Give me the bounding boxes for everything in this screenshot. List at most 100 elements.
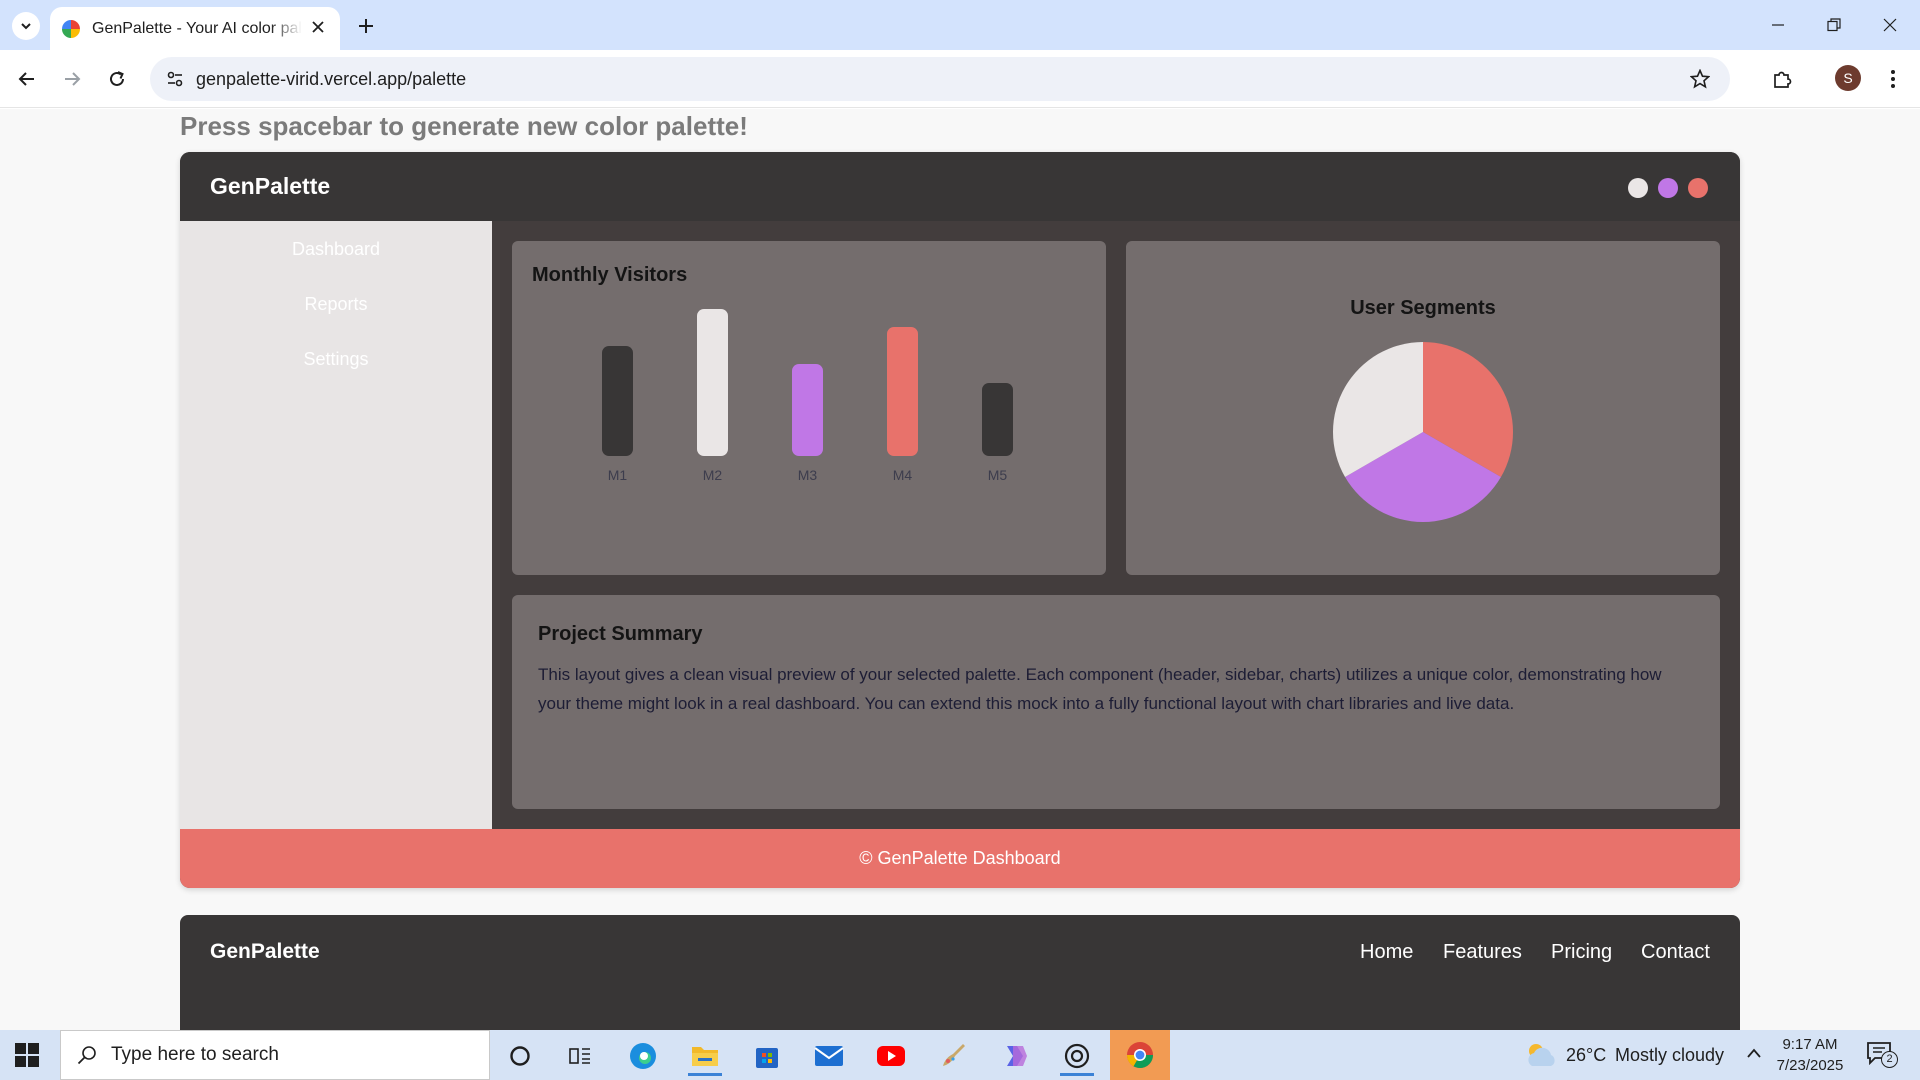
chrome-icon <box>1126 1042 1154 1069</box>
minimize-icon <box>1772 24 1784 26</box>
bar-label-m4: M4 <box>892 467 913 483</box>
plus-icon <box>359 19 373 33</box>
more-vert-icon <box>1891 70 1895 88</box>
close-icon <box>1883 18 1897 32</box>
edge-taskbar-button[interactable] <box>618 1036 668 1076</box>
puzzle-icon <box>1774 71 1792 88</box>
monthly-visitors-card: Monthly Visitors M1 M2 M3 M4 M5 <box>512 241 1106 575</box>
chrome-taskbar-button[interactable] <box>1110 1030 1170 1080</box>
favicon-icon <box>62 19 80 38</box>
clock-date: 7/23/2025 <box>1776 1057 1844 1074</box>
active-tab[interactable]: GenPalette - Your AI color palette <box>50 7 340 50</box>
tab-close-button[interactable] <box>308 17 328 37</box>
page-content: Press spacebar to generate new color pal… <box>0 109 1920 1030</box>
nav-link-features[interactable]: Features <box>1443 941 1522 964</box>
nav-link-contact[interactable]: Contact <box>1641 941 1710 964</box>
cortana-button[interactable] <box>495 1036 545 1076</box>
windows-start-icon[interactable] <box>14 1042 40 1068</box>
close-window-button[interactable] <box>1866 8 1914 42</box>
palette-dot-3 <box>1688 178 1708 198</box>
notification-count-badge: 2 <box>1881 1051 1898 1068</box>
bar-label-m2: M2 <box>702 467 723 483</box>
arrow-left-icon <box>18 72 34 86</box>
sidebar-item-reports[interactable]: Reports <box>180 294 492 315</box>
copilot-taskbar-button[interactable] <box>990 1036 1040 1076</box>
notification-center-button[interactable]: 2 <box>1866 1041 1900 1071</box>
sidebar-item-settings[interactable]: Settings <box>180 349 492 370</box>
folder-icon <box>692 1047 718 1066</box>
dashboard-footer-text: © GenPalette Dashboard <box>859 848 1061 868</box>
user-segments-pie <box>1333 342 1513 522</box>
minimize-button[interactable] <box>1754 8 1802 42</box>
bar-label-m1: M1 <box>607 467 628 483</box>
youtube-taskbar-button[interactable] <box>866 1036 916 1076</box>
taskbar-search-box[interactable]: Type here to search <box>60 1030 490 1080</box>
reload-button[interactable] <box>101 63 133 95</box>
profile-avatar[interactable]: S <box>1835 65 1861 91</box>
nav-link-pricing[interactable]: Pricing <box>1551 941 1612 964</box>
forward-button[interactable] <box>56 63 88 95</box>
clock-time: 9:17 AM <box>1782 1036 1838 1053</box>
restore-button[interactable] <box>1810 8 1858 42</box>
address-bar[interactable]: genpalette-virid.vercel.app/palette <box>150 57 1730 101</box>
back-button[interactable] <box>11 63 43 95</box>
new-tab-button[interactable] <box>352 12 380 40</box>
site-footer-nav: GenPalette Home Features Pricing Contact <box>180 915 1740 1030</box>
taskbar-clock[interactable]: 9:17 AM 7/23/2025 <box>1760 1034 1860 1076</box>
search-icon <box>77 1046 96 1065</box>
task-view-button[interactable] <box>555 1036 605 1076</box>
paint-brush-icon <box>943 1044 965 1066</box>
bar-m1 <box>602 345 633 456</box>
restore-icon <box>1827 18 1841 32</box>
extensions-button[interactable] <box>1766 63 1798 95</box>
nav-link-home[interactable]: Home <box>1360 941 1413 964</box>
paint-taskbar-button[interactable] <box>928 1036 978 1076</box>
user-segments-title: User Segments <box>1350 297 1496 319</box>
palette-dot-2 <box>1658 178 1678 198</box>
footer-brand[interactable]: GenPalette <box>210 940 320 964</box>
dashboard-sidebar: Dashboard Reports Settings <box>180 221 492 829</box>
chatgpt-icon <box>1064 1043 1090 1069</box>
file-explorer-taskbar-button[interactable] <box>680 1036 730 1076</box>
active-app-indicator <box>688 1073 722 1076</box>
browser-menu-button[interactable] <box>1880 63 1906 95</box>
weather-cloud-icon[interactable] <box>1524 1040 1558 1070</box>
mail-icon <box>814 1046 844 1066</box>
dashboard-header: GenPalette <box>180 152 1740 221</box>
bar-m3 <box>792 364 823 456</box>
tab-search-button[interactable] <box>12 12 40 40</box>
dashboard-footer: © GenPalette Dashboard <box>180 829 1740 888</box>
windows-taskbar: Type here to search 26°C Mostly cloudy 9… <box>0 1030 1920 1080</box>
sidebar-item-dashboard[interactable]: Dashboard <box>180 239 492 260</box>
monthly-visitors-title: Monthly Visitors <box>532 264 688 286</box>
weather-temperature[interactable]: 26°C <box>1566 1045 1606 1066</box>
youtube-icon <box>877 1046 905 1066</box>
bar-label-m3: M3 <box>797 467 818 483</box>
weather-description[interactable]: Mostly cloudy <box>1615 1045 1724 1066</box>
active-app-indicator <box>1060 1073 1094 1076</box>
user-segments-card: User Segments <box>1126 241 1720 575</box>
project-summary-title: Project Summary <box>538 623 703 645</box>
task-view-icon <box>569 1048 590 1064</box>
tab-title: GenPalette - Your AI color palette <box>92 19 302 37</box>
dashboard-preview: GenPalette Dashboard Reports Settings Mo… <box>180 152 1740 888</box>
browser-toolbar: genpalette-virid.vercel.app/palette <box>0 50 1920 108</box>
bar-m2 <box>697 309 728 456</box>
store-icon <box>756 1048 778 1068</box>
site-info-icon[interactable] <box>160 64 190 94</box>
project-summary-card: Project Summary This layout gives a clea… <box>512 595 1720 809</box>
palette-dot-1 <box>1628 178 1648 198</box>
store-taskbar-button[interactable] <box>742 1036 792 1076</box>
bar-m5 <box>982 382 1013 456</box>
copilot-icon <box>1007 1046 1027 1066</box>
taskbar-search-placeholder: Type here to search <box>111 1044 279 1065</box>
project-summary-text: This layout gives a clean visual preview… <box>538 665 1662 713</box>
mail-taskbar-button[interactable] <box>804 1036 854 1076</box>
star-icon <box>1690 69 1710 89</box>
chatgpt-taskbar-button[interactable] <box>1052 1036 1102 1076</box>
close-icon <box>312 21 324 33</box>
bookmark-star-button[interactable] <box>1688 67 1712 91</box>
browser-tab-strip: GenPalette - Your AI color palette <box>0 0 1920 50</box>
edge-icon <box>630 1043 656 1069</box>
chevron-down-icon <box>21 23 31 30</box>
